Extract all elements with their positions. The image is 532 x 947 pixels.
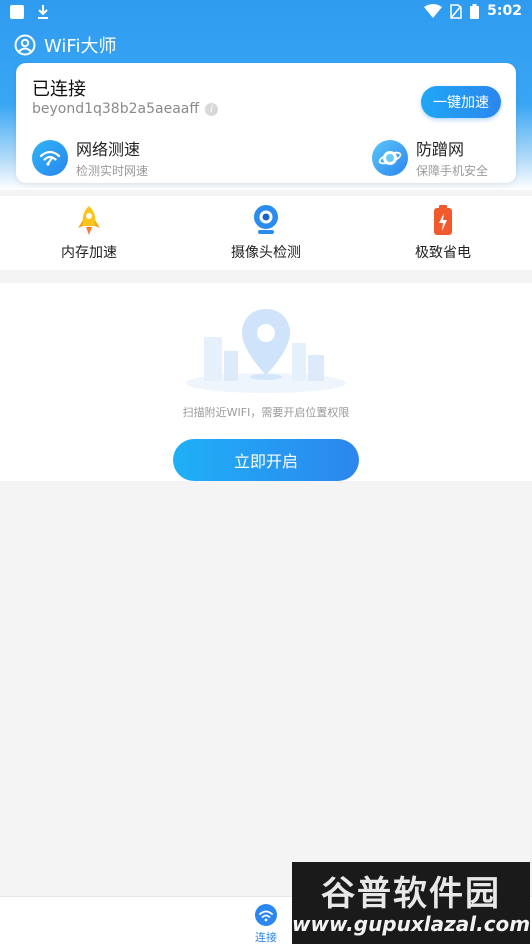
connection-status: 已连接: [32, 79, 86, 100]
info-icon[interactable]: i: [205, 102, 218, 116]
clock: 5:02: [487, 3, 522, 19]
feature-subtitle: 检测实时网速: [76, 164, 149, 178]
feature-title: 防蹭网: [416, 140, 465, 159]
tool-label: 极致省电: [415, 245, 471, 261]
tool-label: 内存加速: [61, 245, 117, 261]
nav-item-connect[interactable]: 连接: [241, 903, 291, 945]
feature-subtitle: 保障手机安全: [416, 164, 489, 178]
battery-status-icon: [470, 3, 480, 19]
status-bar: 5:02: [0, 0, 532, 24]
user-circle-icon[interactable]: [14, 34, 36, 56]
download-icon: [38, 5, 48, 19]
app-title: WiFi大师: [44, 36, 117, 57]
battery-icon: [434, 205, 452, 235]
app-bar: WiFi大师: [14, 32, 116, 58]
boost-button[interactable]: 一键加速: [421, 86, 501, 118]
tool-power-save[interactable]: 极致省电: [368, 204, 518, 262]
watermark: 谷普软件园 www.gupuxlazal.com: [292, 862, 530, 944]
watermark-url: www.gupuxlazal.com: [292, 912, 531, 936]
notification-icon: [10, 5, 24, 19]
tool-label: 摄像头检测: [231, 245, 301, 261]
tool-camera-detect[interactable]: 摄像头检测: [191, 204, 341, 262]
location-city-illustration: [186, 309, 346, 393]
enable-location-button[interactable]: 立即开启: [173, 439, 359, 481]
camera-icon: [254, 205, 278, 234]
no-sim-icon: [450, 3, 462, 19]
speed-test-feature[interactable]: 网络测速 检测实时网速: [32, 136, 148, 179]
feature-title: 网络测速: [76, 140, 141, 159]
connection-card: 已连接 beyond1q38b2a5aeaaff i 一键加速 网络测速 检测实…: [16, 63, 516, 183]
wifi-ssid: beyond1q38b2a5aeaaff: [32, 101, 199, 117]
watermark-title: 谷普软件园: [321, 874, 501, 914]
nav-label: 连接: [255, 931, 277, 944]
wifi-signal-icon: [424, 4, 443, 18]
rocket-icon: [78, 206, 100, 235]
wifi-icon: [255, 904, 277, 926]
scan-hint: 扫描附近WIFI，需要开启位置权限: [182, 406, 350, 419]
tools-row: 内存加速 摄像头检测 极致省电: [0, 196, 532, 270]
scan-panel: 扫描附近WIFI，需要开启位置权限 立即开启: [0, 283, 532, 481]
tool-memory-boost[interactable]: 内存加速: [14, 204, 164, 262]
ssid-row: beyond1q38b2a5aeaaff i: [32, 101, 218, 117]
speedtest-wifi-icon: [32, 139, 68, 176]
anti-leech-feature[interactable]: 防蹭网 保障手机安全: [372, 136, 488, 179]
shield-planet-icon: [372, 139, 408, 176]
